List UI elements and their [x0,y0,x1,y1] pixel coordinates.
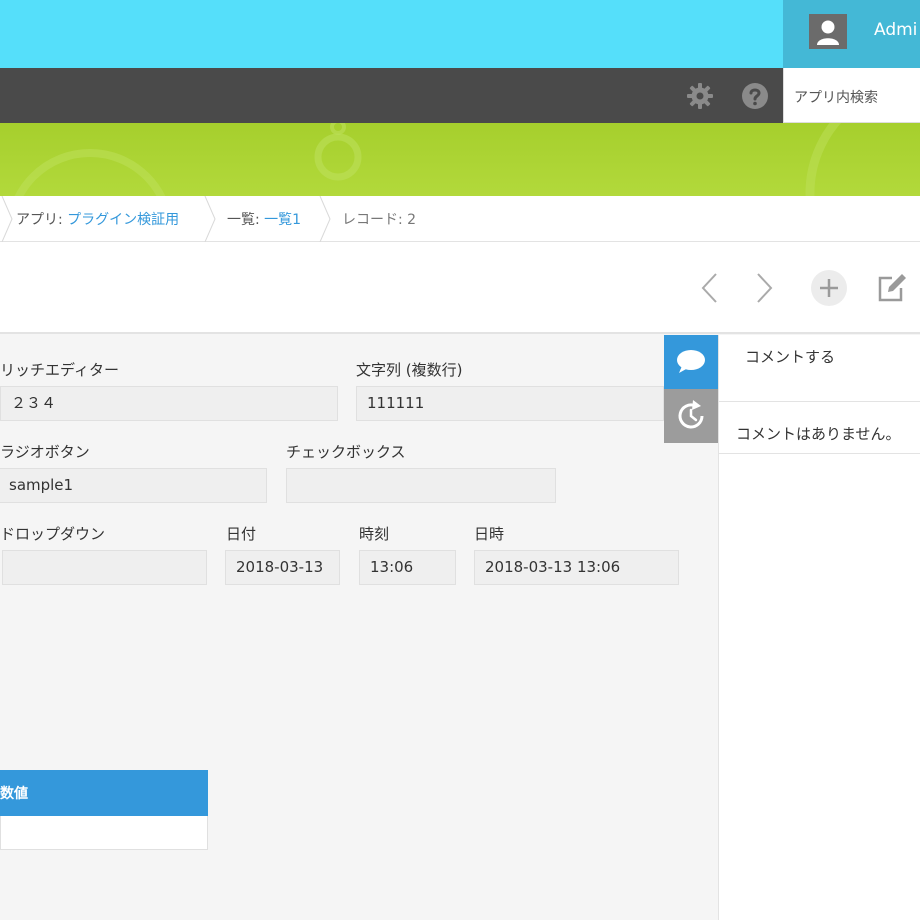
dropdown-value [2,550,207,585]
chevron-left-icon[interactable] [691,269,729,307]
date-label: 日付 [226,525,257,543]
top-header-bar [0,0,920,68]
breadcrumb-record: レコード: 2 [342,212,417,228]
plus-icon[interactable] [810,269,848,307]
breadcrumb-separator-icon [1,196,13,242]
subtable-header-label: 数値 [0,786,28,802]
comment-divider [719,401,920,402]
history-icon [678,400,704,429]
app-search-placeholder: アプリ内検索 [794,90,878,106]
checkbox-label: チェックボックス [286,443,406,461]
checkbox-value [286,468,556,503]
time-label: 時刻 [359,525,390,543]
breadcrumb-separator-icon [319,196,331,242]
breadcrumb-app-prefix: アプリ: [16,212,68,228]
speech-bubble-icon [677,350,705,373]
comment-divider [719,453,920,454]
post-comment-button[interactable]: コメントする [745,346,835,367]
gear-icon[interactable] [686,82,714,110]
subtable-cell [0,816,208,850]
history-tab[interactable] [664,389,718,443]
rich-editor-label: リッチエディター [0,361,119,379]
breadcrumb-view-link[interactable]: 一覧1 [264,212,301,228]
multiline-text-label: 文字列 (複数行) [356,361,463,379]
multiline-text-value: 111111 [356,386,664,421]
question-circle-icon[interactable] [741,82,769,110]
rich-editor-value: ２３４ [0,386,338,421]
breadcrumb-view: 一覧: 一覧1 [227,209,301,229]
no-comments-text: コメントはありません。 [736,425,901,443]
time-value: 13:06 [359,550,456,585]
date-value: 2018-03-13 [225,550,340,585]
radio-button-label: ラジオボタン [0,443,90,461]
user-avatar-icon[interactable] [809,14,847,49]
breadcrumb-separator-icon [204,196,216,242]
datetime-value: 2018-03-13 13:06 [474,550,679,585]
user-name[interactable]: Admi [874,20,917,40]
chevron-right-icon[interactable] [745,269,783,307]
dropdown-label: ドロップダウン [0,525,106,543]
breadcrumb-app-link[interactable]: プラグイン検証用 [67,212,179,228]
global-nav-bar [0,68,783,123]
radio-button-value: sample1 [0,468,267,503]
subtable-header [0,770,208,816]
comment-tab[interactable] [664,335,718,389]
pencil-square-icon[interactable] [872,269,910,307]
datetime-label: 日時 [474,525,505,543]
breadcrumb-app: アプリ: プラグイン検証用 [16,209,179,229]
breadcrumb-view-prefix: 一覧: [227,212,265,228]
app-banner [0,123,920,196]
